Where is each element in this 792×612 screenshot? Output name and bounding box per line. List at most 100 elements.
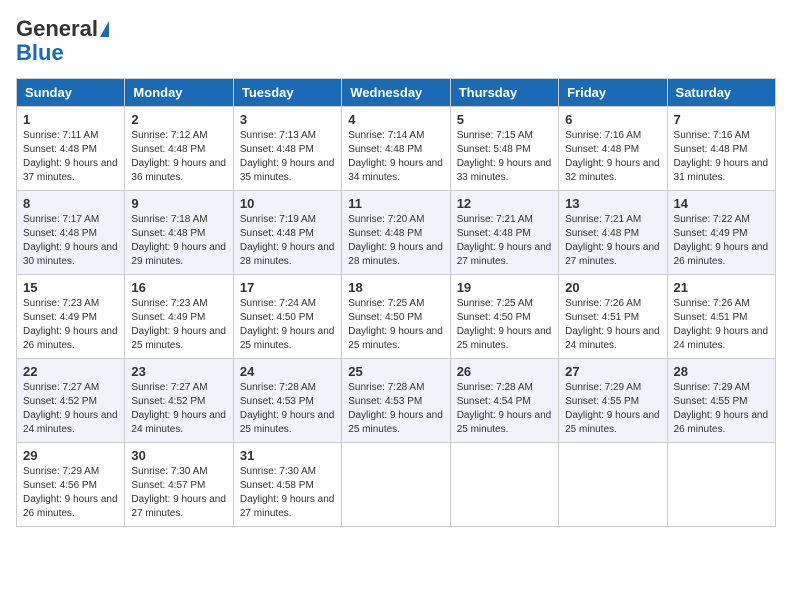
- calendar-cell: 10 Sunrise: 7:19 AM Sunset: 4:48 PM Dayl…: [233, 191, 341, 275]
- day-number: 2: [131, 112, 226, 127]
- day-info: Sunrise: 7:23 AM Sunset: 4:49 PM Dayligh…: [23, 297, 118, 353]
- calendar-cell: 5 Sunrise: 7:15 AM Sunset: 5:48 PM Dayli…: [450, 107, 558, 191]
- calendar-cell: 6 Sunrise: 7:16 AM Sunset: 4:48 PM Dayli…: [559, 107, 667, 191]
- calendar-cell: 1 Sunrise: 7:11 AM Sunset: 4:48 PM Dayli…: [17, 107, 125, 191]
- calendar-cell: 28 Sunrise: 7:29 AM Sunset: 4:55 PM Dayl…: [667, 359, 775, 443]
- logo-general-text: General: [16, 16, 98, 42]
- day-info: Sunrise: 7:29 AM Sunset: 4:55 PM Dayligh…: [674, 381, 769, 437]
- day-number: 12: [457, 196, 552, 211]
- calendar-cell: 2 Sunrise: 7:12 AM Sunset: 4:48 PM Dayli…: [125, 107, 233, 191]
- calendar-cell: 16 Sunrise: 7:23 AM Sunset: 4:49 PM Dayl…: [125, 275, 233, 359]
- calendar-cell: [559, 443, 667, 527]
- day-info: Sunrise: 7:30 AM Sunset: 4:58 PM Dayligh…: [240, 465, 335, 521]
- day-header-monday: Monday: [125, 79, 233, 107]
- calendar-cell: 12 Sunrise: 7:21 AM Sunset: 4:48 PM Dayl…: [450, 191, 558, 275]
- calendar-week-row: 8 Sunrise: 7:17 AM Sunset: 4:48 PM Dayli…: [17, 191, 776, 275]
- calendar-cell: [342, 443, 450, 527]
- day-number: 21: [674, 280, 769, 295]
- day-number: 14: [674, 196, 769, 211]
- day-number: 25: [348, 364, 443, 379]
- calendar-cell: 21 Sunrise: 7:26 AM Sunset: 4:51 PM Dayl…: [667, 275, 775, 359]
- day-header-saturday: Saturday: [667, 79, 775, 107]
- day-info: Sunrise: 7:17 AM Sunset: 4:48 PM Dayligh…: [23, 213, 118, 269]
- day-number: 22: [23, 364, 118, 379]
- day-info: Sunrise: 7:27 AM Sunset: 4:52 PM Dayligh…: [23, 381, 118, 437]
- day-info: Sunrise: 7:21 AM Sunset: 4:48 PM Dayligh…: [565, 213, 660, 269]
- day-info: Sunrise: 7:29 AM Sunset: 4:56 PM Dayligh…: [23, 465, 118, 521]
- calendar-cell: [667, 443, 775, 527]
- day-number: 19: [457, 280, 552, 295]
- day-number: 20: [565, 280, 660, 295]
- day-header-wednesday: Wednesday: [342, 79, 450, 107]
- calendar-cell: 15 Sunrise: 7:23 AM Sunset: 4:49 PM Dayl…: [17, 275, 125, 359]
- day-header-thursday: Thursday: [450, 79, 558, 107]
- calendar-cell: 11 Sunrise: 7:20 AM Sunset: 4:48 PM Dayl…: [342, 191, 450, 275]
- day-number: 4: [348, 112, 443, 127]
- day-number: 26: [457, 364, 552, 379]
- day-number: 29: [23, 448, 118, 463]
- day-info: Sunrise: 7:28 AM Sunset: 4:54 PM Dayligh…: [457, 381, 552, 437]
- calendar-cell: 18 Sunrise: 7:25 AM Sunset: 4:50 PM Dayl…: [342, 275, 450, 359]
- day-info: Sunrise: 7:26 AM Sunset: 4:51 PM Dayligh…: [674, 297, 769, 353]
- calendar-cell: 9 Sunrise: 7:18 AM Sunset: 4:48 PM Dayli…: [125, 191, 233, 275]
- calendar-cell: 4 Sunrise: 7:14 AM Sunset: 4:48 PM Dayli…: [342, 107, 450, 191]
- calendar-cell: 29 Sunrise: 7:29 AM Sunset: 4:56 PM Dayl…: [17, 443, 125, 527]
- day-info: Sunrise: 7:16 AM Sunset: 4:48 PM Dayligh…: [565, 129, 660, 185]
- day-info: Sunrise: 7:19 AM Sunset: 4:48 PM Dayligh…: [240, 213, 335, 269]
- calendar-week-row: 29 Sunrise: 7:29 AM Sunset: 4:56 PM Dayl…: [17, 443, 776, 527]
- calendar-cell: 24 Sunrise: 7:28 AM Sunset: 4:53 PM Dayl…: [233, 359, 341, 443]
- day-info: Sunrise: 7:25 AM Sunset: 4:50 PM Dayligh…: [457, 297, 552, 353]
- day-number: 3: [240, 112, 335, 127]
- day-info: Sunrise: 7:22 AM Sunset: 4:49 PM Dayligh…: [674, 213, 769, 269]
- calendar-week-row: 1 Sunrise: 7:11 AM Sunset: 4:48 PM Dayli…: [17, 107, 776, 191]
- day-info: Sunrise: 7:20 AM Sunset: 4:48 PM Dayligh…: [348, 213, 443, 269]
- day-info: Sunrise: 7:26 AM Sunset: 4:51 PM Dayligh…: [565, 297, 660, 353]
- day-number: 1: [23, 112, 118, 127]
- calendar-cell: 3 Sunrise: 7:13 AM Sunset: 4:48 PM Dayli…: [233, 107, 341, 191]
- calendar-cell: 23 Sunrise: 7:27 AM Sunset: 4:52 PM Dayl…: [125, 359, 233, 443]
- day-number: 13: [565, 196, 660, 211]
- day-info: Sunrise: 7:30 AM Sunset: 4:57 PM Dayligh…: [131, 465, 226, 521]
- day-info: Sunrise: 7:24 AM Sunset: 4:50 PM Dayligh…: [240, 297, 335, 353]
- day-number: 5: [457, 112, 552, 127]
- logo-blue-text: Blue: [16, 40, 64, 66]
- calendar-week-row: 22 Sunrise: 7:27 AM Sunset: 4:52 PM Dayl…: [17, 359, 776, 443]
- calendar-cell: 8 Sunrise: 7:17 AM Sunset: 4:48 PM Dayli…: [17, 191, 125, 275]
- page-header: General Blue: [16, 16, 776, 66]
- logo-triangle-icon: [100, 21, 109, 37]
- day-info: Sunrise: 7:15 AM Sunset: 5:48 PM Dayligh…: [457, 129, 552, 185]
- day-info: Sunrise: 7:14 AM Sunset: 4:48 PM Dayligh…: [348, 129, 443, 185]
- day-number: 27: [565, 364, 660, 379]
- day-number: 16: [131, 280, 226, 295]
- day-info: Sunrise: 7:12 AM Sunset: 4:48 PM Dayligh…: [131, 129, 226, 185]
- day-number: 24: [240, 364, 335, 379]
- day-header-sunday: Sunday: [17, 79, 125, 107]
- day-number: 11: [348, 196, 443, 211]
- calendar-cell: 27 Sunrise: 7:29 AM Sunset: 4:55 PM Dayl…: [559, 359, 667, 443]
- day-number: 23: [131, 364, 226, 379]
- calendar-header-row: SundayMondayTuesdayWednesdayThursdayFrid…: [17, 79, 776, 107]
- day-info: Sunrise: 7:13 AM Sunset: 4:48 PM Dayligh…: [240, 129, 335, 185]
- day-number: 10: [240, 196, 335, 211]
- day-info: Sunrise: 7:25 AM Sunset: 4:50 PM Dayligh…: [348, 297, 443, 353]
- day-info: Sunrise: 7:28 AM Sunset: 4:53 PM Dayligh…: [348, 381, 443, 437]
- day-info: Sunrise: 7:29 AM Sunset: 4:55 PM Dayligh…: [565, 381, 660, 437]
- logo: General Blue: [16, 16, 109, 66]
- calendar-cell: 22 Sunrise: 7:27 AM Sunset: 4:52 PM Dayl…: [17, 359, 125, 443]
- day-info: Sunrise: 7:21 AM Sunset: 4:48 PM Dayligh…: [457, 213, 552, 269]
- calendar-cell: 25 Sunrise: 7:28 AM Sunset: 4:53 PM Dayl…: [342, 359, 450, 443]
- day-info: Sunrise: 7:23 AM Sunset: 4:49 PM Dayligh…: [131, 297, 226, 353]
- day-number: 9: [131, 196, 226, 211]
- calendar-cell: 17 Sunrise: 7:24 AM Sunset: 4:50 PM Dayl…: [233, 275, 341, 359]
- calendar-cell: 7 Sunrise: 7:16 AM Sunset: 4:48 PM Dayli…: [667, 107, 775, 191]
- day-info: Sunrise: 7:16 AM Sunset: 4:48 PM Dayligh…: [674, 129, 769, 185]
- day-number: 8: [23, 196, 118, 211]
- calendar-cell: 30 Sunrise: 7:30 AM Sunset: 4:57 PM Dayl…: [125, 443, 233, 527]
- day-header-tuesday: Tuesday: [233, 79, 341, 107]
- day-header-friday: Friday: [559, 79, 667, 107]
- day-number: 30: [131, 448, 226, 463]
- day-number: 6: [565, 112, 660, 127]
- day-number: 17: [240, 280, 335, 295]
- calendar-cell: 20 Sunrise: 7:26 AM Sunset: 4:51 PM Dayl…: [559, 275, 667, 359]
- calendar-cell: 26 Sunrise: 7:28 AM Sunset: 4:54 PM Dayl…: [450, 359, 558, 443]
